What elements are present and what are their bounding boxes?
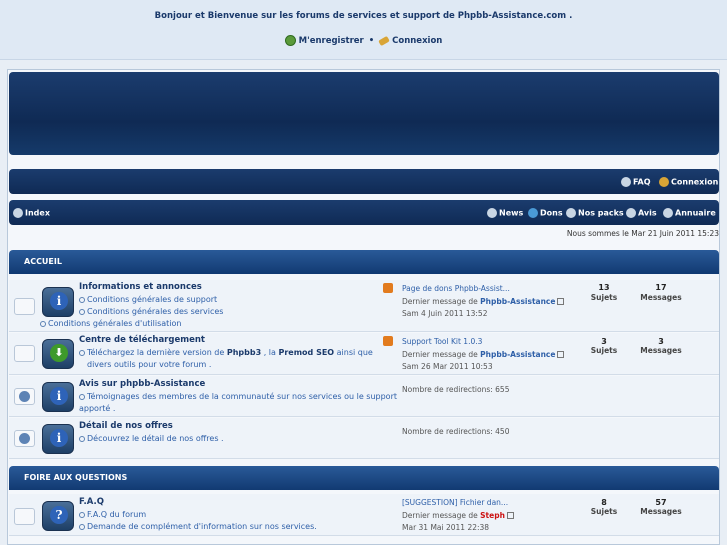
site-banner — [9, 72, 719, 155]
dons-icon — [528, 208, 538, 218]
home-icon — [13, 208, 23, 218]
avis-icon — [626, 208, 636, 218]
category-header-accueil[interactable]: ACCUEIL — [9, 250, 719, 274]
bullet-icon — [79, 296, 85, 303]
topics-count: 8 — [601, 498, 607, 507]
bullet-icon — [79, 511, 85, 518]
posts-count: 17 — [655, 283, 667, 292]
nav-news[interactable]: News — [487, 208, 523, 218]
bullet-icon — [79, 308, 85, 315]
forum-title[interactable]: Centre de téléchargement — [79, 335, 205, 345]
last-post-author[interactable]: Phpbb-Assistance — [480, 350, 555, 359]
forum-row: Centre de téléchargement Téléchargez la … — [9, 333, 719, 375]
topics-label: Sujets — [590, 346, 618, 355]
posts-count: 57 — [655, 498, 667, 507]
last-post: Support Tool Kit 1.0.3 Dernier message d… — [402, 336, 565, 374]
nav-dons[interactable]: Dons — [528, 208, 563, 218]
posts-label: Messages — [640, 293, 682, 302]
annuaire-icon — [663, 208, 673, 218]
info-icon — [42, 424, 74, 454]
top-header: Bonjour et Bienvenue sur les forums de s… — [0, 0, 727, 60]
goto-post-icon[interactable] — [506, 512, 514, 519]
forum-title[interactable]: Avis sur phpbb-Assistance — [79, 379, 205, 389]
rss-icon[interactable] — [383, 283, 393, 293]
forum-desc: apporté . — [79, 404, 116, 413]
forum-title[interactable]: Détail de nos offres — [79, 421, 173, 431]
forum-status-icon — [14, 298, 35, 315]
welcome-message: Bonjour et Bienvenue sur les forums de s… — [154, 11, 573, 21]
faq-icon — [621, 177, 631, 187]
redirect-count: Nombre de redirections: 655 — [402, 385, 510, 394]
forum-row: Avis sur phpbb-Assistance Témoignages de… — [9, 376, 719, 417]
goto-post-icon[interactable] — [557, 351, 565, 358]
separator: • — [368, 35, 375, 46]
news-icon — [487, 208, 497, 218]
nav-faq[interactable]: FAQ — [621, 177, 651, 187]
redirect-count: Nombre de redirections: 450 — [402, 427, 510, 436]
top-navbar: FAQ Connexion — [9, 169, 719, 194]
last-post-title[interactable]: Support Tool Kit 1.0.3 — [402, 337, 482, 346]
topics-count: 13 — [598, 283, 610, 292]
info-icon — [42, 382, 74, 412]
forum-desc: divers outils pour votre forum . — [87, 360, 212, 369]
top-links: M'enregistrer • Connexion — [0, 35, 727, 46]
register-link[interactable]: M'enregistrer — [299, 36, 364, 46]
forum-desc: Découvrez le détail de nos offres . — [79, 433, 224, 445]
topics-label: Sujets — [590, 507, 618, 516]
forum-desc-link[interactable]: Conditions générales des services — [79, 306, 223, 318]
packs-icon — [566, 208, 576, 218]
forum-title[interactable]: F.A.Q — [79, 497, 104, 507]
key-icon — [378, 35, 390, 46]
redirect-icon — [14, 388, 35, 405]
nav-index[interactable]: Index — [13, 208, 50, 218]
register-icon — [284, 35, 296, 46]
last-post-title[interactable]: Page de dons Phpbb-Assist... — [402, 284, 510, 293]
bullet-icon — [79, 523, 85, 530]
download-icon — [42, 339, 74, 369]
bullet-icon — [79, 435, 85, 442]
nav-login[interactable]: Connexion — [659, 177, 718, 187]
info-icon — [42, 287, 74, 317]
login-link[interactable]: Connexion — [392, 36, 442, 46]
last-post-author[interactable]: Phpbb-Assistance — [480, 297, 555, 306]
topics-count: 3 — [601, 337, 607, 346]
nav-packs[interactable]: Nos packs — [566, 208, 624, 218]
rss-icon[interactable] — [383, 336, 393, 346]
goto-post-icon[interactable] — [557, 298, 565, 305]
forum-desc: Téléchargez la dernière version de Phpbb… — [79, 347, 373, 359]
help-icon — [42, 501, 74, 531]
posts-label: Messages — [640, 507, 682, 516]
last-post: [SUGGESTION] Fichier dan... Dernier mess… — [402, 497, 514, 535]
posts-label: Messages — [640, 346, 682, 355]
nav-annuaire[interactable]: Annuaire — [663, 208, 716, 218]
forum-row: Détail de nos offres Découvrez le détail… — [9, 418, 719, 459]
forum-row: Informations et annonces Conditions géné… — [9, 280, 719, 332]
topics-label: Sujets — [590, 293, 618, 302]
forum-title[interactable]: Informations et annonces — [79, 282, 202, 292]
bullet-icon — [79, 349, 85, 356]
posts-count: 3 — [658, 337, 664, 346]
current-date: Nous sommes le Mar 21 Juin 2011 15:23 — [566, 229, 719, 238]
category-header-faq[interactable]: FOIRE AUX QUESTIONS — [9, 466, 719, 490]
forum-row: F.A.Q F.A.Q du forum Demande de compléme… — [9, 494, 719, 536]
forum-desc: F.A.Q du forum — [79, 509, 146, 521]
forum-status-icon — [14, 508, 35, 525]
main-navbar: Index News Dons Nos packs Avis Annuaire — [9, 200, 719, 225]
forum-desc: Demande de complément d'information sur … — [79, 521, 317, 533]
key-icon — [659, 177, 669, 187]
forum-desc-link[interactable]: Conditions générales d'utilisation — [40, 318, 181, 330]
last-post-author[interactable]: Steph — [480, 511, 505, 520]
forum-desc: Témoignages des membres de la communauté… — [79, 391, 397, 403]
forum-desc-link[interactable]: Conditions générales de support — [79, 294, 217, 306]
nav-avis[interactable]: Avis — [626, 208, 657, 218]
redirect-icon — [14, 430, 35, 447]
last-post-title[interactable]: [SUGGESTION] Fichier dan... — [402, 498, 508, 507]
forum-status-icon — [14, 345, 35, 362]
bullet-icon — [79, 393, 85, 400]
bullet-icon — [40, 320, 46, 327]
last-post: Page de dons Phpbb-Assist... Dernier mes… — [402, 283, 565, 321]
